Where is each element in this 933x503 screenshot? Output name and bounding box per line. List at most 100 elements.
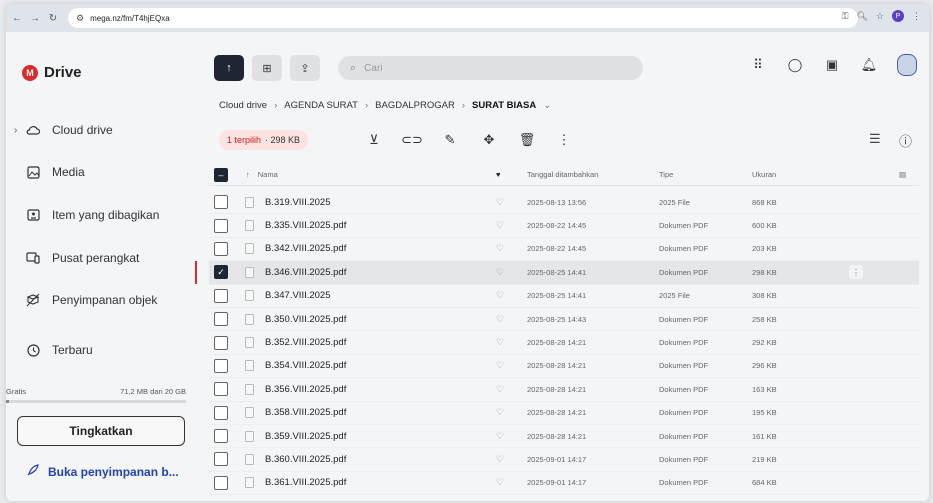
reload-icon[interactable]: ↻ [46,13,60,24]
breadcrumb-current[interactable]: SURAT BIASA [472,100,536,111]
column-size[interactable]: Ukuran [752,170,776,179]
file-name[interactable]: B.347.VIII.2025 [265,290,331,301]
row-more-icon[interactable]: ⋮ [849,265,863,280]
row-checkbox[interactable] [214,312,228,327]
row-checkbox[interactable] [214,335,228,350]
more-options-icon[interactable]: ⋮ [555,131,573,149]
chat-icon[interactable]: ◯ [786,56,804,74]
table-row[interactable]: B.347.VIII.2025 ♡ 2025-08-25 14:41 2025 … [209,285,919,308]
move-icon[interactable]: ✥ [480,131,498,149]
row-checkbox[interactable] [214,358,228,373]
file-name[interactable]: B.358.VIII.2025.pdf [265,407,346,418]
favourite-heart-icon[interactable]: ♡ [496,431,504,442]
sidebar-item-cloud-drive[interactable]: › Cloud drive [6,115,196,145]
favourite-heart-icon[interactable]: ♡ [496,220,504,231]
table-row[interactable]: B.335.VIII.2025.pdf ♡ 2025-08-22 14:45 D… [209,214,919,238]
file-name[interactable]: B.319.VIII.2025 [265,197,331,208]
file-name[interactable]: B.342.VIII.2025.pdf [265,243,346,254]
table-row[interactable]: B.354.VIII.2025.pdf ♡ 2025-08-28 14:21 D… [209,355,919,379]
menu-dots-icon[interactable]: ⋮ [912,11,921,22]
row-checkbox[interactable] [214,218,228,233]
favourite-heart-icon[interactable]: ♡ [496,477,504,488]
new-folder-button[interactable]: ⊞ [252,55,282,81]
upgrade-button[interactable]: Tingkatkan [17,416,185,446]
row-checkbox[interactable] [214,452,228,467]
sidebar-item-devices[interactable]: Pusat perangkat [6,243,196,273]
table-row[interactable]: B.350.VIII.2025.pdf ♡ 2025-08-25 14:43 D… [209,308,919,332]
sidebar-item-shared[interactable]: Item yang dibagikan [6,200,196,230]
app-logo[interactable]: M Drive [22,64,82,81]
table-row[interactable]: B.319.VIII.2025 ♡ 2025-08-13 13:56 2025 … [209,191,919,215]
file-name[interactable]: B.346.VIII.2025.pdf [265,267,346,278]
search-input[interactable]: ⌕ Cari [338,56,643,80]
sidebar-item-object-storage[interactable]: Penyimpanan objek [6,285,196,315]
row-checkbox[interactable] [214,382,228,397]
table-row[interactable]: B.358.VIII.2025.pdf ♡ 2025-08-28 14:21 D… [209,402,919,425]
breadcrumb-item[interactable]: AGENDA SURAT [284,100,358,111]
contacts-icon[interactable]: ▣ [823,56,841,74]
column-date[interactable]: Tanggal ditambahkan [527,170,598,179]
favourite-heart-icon[interactable]: ♡ [496,337,504,348]
column-settings-icon[interactable]: ▤ [899,170,906,179]
table-row[interactable]: B.342.VIII.2025.pdf ♡ 2025-08-22 14:45 D… [209,238,919,262]
favourite-heart-icon[interactable]: ♡ [496,454,504,465]
table-row[interactable]: B.360.VIII.2025.pdf ♡ 2025-09-01 14:17 D… [209,448,919,472]
row-checkbox[interactable] [214,195,228,210]
row-checkbox[interactable] [214,288,228,303]
notification-bell-icon[interactable]: 🔔︎ [860,56,878,74]
row-checkbox[interactable] [214,405,228,420]
column-name[interactable]: Nama [258,170,278,179]
profile-avatar[interactable]: P [892,10,904,22]
site-settings-icon[interactable]: ⚙ [76,13,84,24]
chevron-down-icon[interactable]: ⌄ [543,100,551,111]
breadcrumb-item[interactable]: BAGDALPROGAR [375,100,455,111]
list-view-icon[interactable]: ☰ [869,131,881,147]
favourite-heart-icon[interactable]: ♡ [496,407,504,418]
sort-up-icon[interactable]: ↑ [246,170,250,179]
file-name[interactable]: B.352.VIII.2025.pdf [265,337,346,348]
forward-icon[interactable]: → [28,13,42,24]
table-row[interactable]: B.359.VIII.2025.pdf ♡ 2025-08-28 14:21 D… [209,425,919,449]
table-row[interactable]: B.361.VIII.2025.pdf ♡ 2025-09-01 14:17 D… [209,472,919,496]
key-icon[interactable]: ⚿ [842,11,849,22]
favourite-heart-icon[interactable]: ♡ [496,243,504,254]
breadcrumb-item[interactable]: Cloud drive [219,100,267,111]
file-name[interactable]: B.356.VIII.2025.pdf [265,384,346,395]
file-name[interactable]: B.335.VIII.2025.pdf [265,220,346,231]
favourite-heart-icon[interactable]: ♡ [496,314,504,325]
sidebar-item-media[interactable]: Media [6,157,196,187]
favourite-heart-icon[interactable]: ♡ [496,360,504,371]
file-name[interactable]: B.360.VIII.2025.pdf [265,454,346,465]
star-icon[interactable]: ☆ [876,11,884,22]
favourite-heart-icon[interactable]: ♡ [496,197,504,208]
table-row[interactable]: B.356.VIII.2025.pdf ♡ 2025-08-28 14:21 D… [209,378,919,402]
favourite-heart-icon[interactable]: ♡ [496,384,504,395]
file-name[interactable]: B.359.VIII.2025.pdf [265,431,346,442]
user-avatar[interactable] [897,54,917,76]
row-checkbox[interactable]: ✓ [214,265,228,280]
share-button[interactable]: ⇪ [290,55,320,81]
apps-grid-icon[interactable]: ⠿ [749,56,767,74]
open-storage-link[interactable]: Buka penyimpanan b... [26,463,179,480]
back-icon[interactable]: ← [10,13,24,24]
info-icon[interactable]: ⓘ [899,131,912,150]
row-checkbox[interactable] [214,241,228,256]
address-bar[interactable]: ⚙ mega.nz/fm/T4hjEQxa [68,8,858,28]
sidebar-item-recent[interactable]: Terbaru [6,335,196,365]
link-icon[interactable]: ⊂⊃ [401,131,423,149]
column-type[interactable]: Tipe [659,170,673,179]
expand-arrow-icon[interactable]: › [14,125,17,136]
upload-button[interactable]: ↑ [214,55,244,81]
favourite-heart-icon[interactable]: ♡ [496,267,504,278]
file-name[interactable]: B.354.VIII.2025.pdf [265,360,346,371]
file-name[interactable]: B.361.VIII.2025.pdf [265,477,346,488]
favourite-column-icon[interactable]: ♥ [496,170,500,179]
file-name[interactable]: B.350.VIII.2025.pdf [265,314,346,325]
table-row[interactable]: ✓ B.346.VIII.2025.pdf ♡ 2025-08-25 14:41… [195,261,919,285]
table-row[interactable]: B.352.VIII.2025.pdf ♡ 2025-08-28 14:21 D… [209,331,919,355]
row-checkbox[interactable] [214,475,228,490]
rename-pen-icon[interactable]: ✎ [441,131,459,149]
download-icon[interactable]: ⊻ [365,131,383,149]
select-all-checkbox[interactable]: – [214,167,228,182]
zoom-icon[interactable]: 🔍︎ [856,11,867,22]
